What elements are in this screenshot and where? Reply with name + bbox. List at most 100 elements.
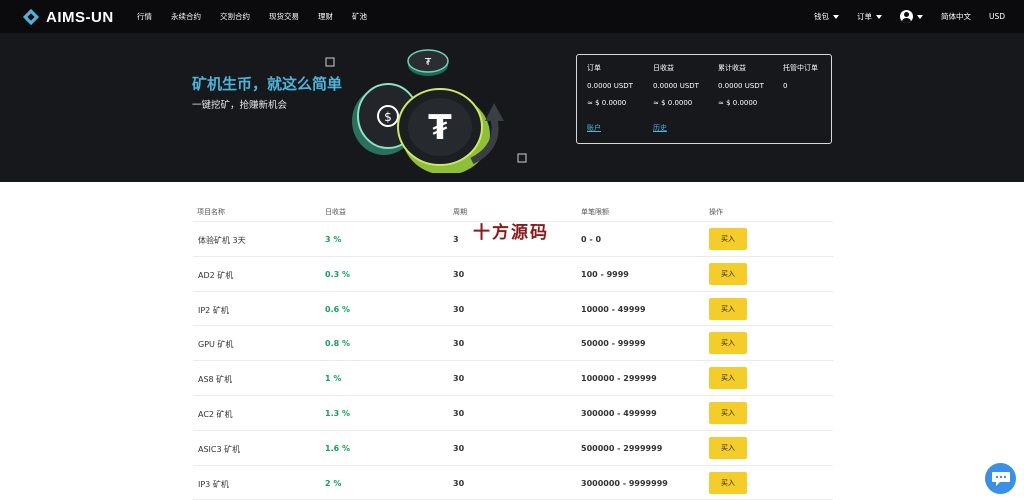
buy-button[interactable]: 买入 <box>709 471 747 494</box>
single-limit: 100 - 9999 <box>581 269 629 279</box>
svg-text:₮: ₮ <box>425 57 432 68</box>
brand-logo[interactable]: AIMS-UN <box>22 8 114 26</box>
wallet-dropdown[interactable]: 钱包 <box>814 11 839 22</box>
stat-value: 0 <box>783 82 788 90</box>
orders-dropdown[interactable]: 订单 <box>857 11 882 22</box>
language-label: 简体中文 <box>940 12 971 21</box>
nav-item-perpetual[interactable]: 永续合约 <box>171 11 201 22</box>
single-limit: 500000 - 2999999 <box>581 443 663 453</box>
period: 30 <box>453 408 465 418</box>
nav-item-market[interactable]: 行情 <box>137 11 152 22</box>
stat-daily-income: 日收益 0.0000 USDT ≈ $ 0.0000 <box>653 63 699 107</box>
chat-support-button[interactable] <box>985 463 1016 494</box>
period: 3 <box>453 235 459 244</box>
single-limit: 100000 - 299999 <box>581 374 657 384</box>
daily-rate: 0.8 % <box>325 339 350 349</box>
svg-text:$: $ <box>384 110 392 124</box>
buy-button[interactable]: 买入 <box>709 332 747 355</box>
nav-item-finance[interactable]: 理财 <box>318 11 333 22</box>
product-name: AD2 矿机 <box>198 270 234 280</box>
caret-down-icon <box>916 14 923 19</box>
single-limit: 10000 - 49999 <box>581 304 646 314</box>
buy-button[interactable]: 买入 <box>709 228 747 250</box>
daily-rate: 1 % <box>325 374 342 384</box>
hero-title: 矿机生币，就这么简单 <box>192 75 343 93</box>
column-header-limit: 单笔限额 <box>581 208 609 216</box>
table-row: AC2 矿机 1.3 % 30 300000 - 499999 买入 <box>193 396 833 431</box>
stat-label: 订单 <box>587 64 601 72</box>
earnings-summary-card: 订单 0.0000 USDT ≈ $ 0.0000 日收益 0.0000 USD… <box>576 54 832 144</box>
stat-label: 累计收益 <box>718 64 746 72</box>
daily-rate: 0.6 % <box>325 304 350 314</box>
period: 30 <box>453 374 465 384</box>
nav-item-delivery[interactable]: 交割合约 <box>220 11 250 22</box>
user-dropdown[interactable] <box>899 10 923 23</box>
stat-approx: ≈ $ 0.0000 <box>718 99 758 107</box>
table-row: IP2 矿机 0.6 % 30 10000 - 49999 买入 <box>193 292 833 327</box>
orders-label: 订单 <box>856 12 872 21</box>
single-limit: 50000 - 99999 <box>581 339 646 349</box>
user-icon <box>899 10 913 23</box>
daily-rate: 1.6 % <box>325 443 350 453</box>
buy-button[interactable]: 买入 <box>709 401 747 424</box>
buy-button[interactable]: 买入 <box>709 436 747 459</box>
stat-total-income: 累计收益 0.0000 USDT ≈ $ 0.0000 <box>718 63 764 107</box>
caret-down-icon <box>832 14 839 19</box>
diamond-logo-icon <box>22 8 40 26</box>
brand-name: AIMS-UN <box>46 8 114 26</box>
column-header-name: 项目名称 <box>197 208 225 216</box>
hero-subtitle: 一键挖矿，抢赚新机会 <box>192 100 288 111</box>
wallet-label: 钱包 <box>813 12 829 21</box>
hero-banner: 矿机生币，就这么简单 一键挖矿，抢赚新机会 ₮ $ ₮ 订单 0.0000 US… <box>0 33 1024 182</box>
currency-selector[interactable]: USD <box>989 12 1005 21</box>
stat-approx: ≈ $ 0.0000 <box>587 99 627 107</box>
product-name: ASIC3 矿机 <box>198 444 241 454</box>
daily-rate: 2 % <box>325 478 342 488</box>
main-menu: 行情 永续合约 交割合约 现货交易 理财 矿池 <box>137 0 386 33</box>
stat-label: 托管中订单 <box>783 64 818 72</box>
period: 30 <box>453 269 465 279</box>
column-header-period: 周期 <box>453 208 467 216</box>
stat-value: 0.0000 USDT <box>653 82 699 90</box>
single-limit: 0 - 0 <box>581 235 602 244</box>
language-selector[interactable]: 简体中文 <box>941 11 971 22</box>
product-name: IP3 矿机 <box>198 479 229 489</box>
currency-label: USD <box>988 12 1005 21</box>
single-limit: 300000 - 499999 <box>581 408 657 418</box>
column-header-action: 操作 <box>709 208 723 216</box>
single-limit: 3000000 - 9999999 <box>581 478 668 488</box>
daily-rate: 0.3 % <box>325 269 350 279</box>
stat-value: 0.0000 USDT <box>587 82 633 90</box>
stat-hosted-orders: 托管中订单 0 <box>783 63 818 90</box>
buy-button[interactable]: 买入 <box>709 262 747 285</box>
top-nav: AIMS-UN 行情 永续合约 交割合约 现货交易 理财 矿池 钱包 订单 简体… <box>0 0 1024 33</box>
account-link[interactable]: 账户 <box>587 123 601 133</box>
daily-rate: 1.3 % <box>325 408 350 418</box>
product-name: AC2 矿机 <box>198 409 233 419</box>
period: 30 <box>453 478 465 488</box>
table-row: GPU 矿机 0.8 % 30 50000 - 99999 买入 <box>193 326 833 362</box>
nav-right: 钱包 订单 简体中文 USD <box>796 0 1005 33</box>
coins-illustration: ₮ $ ₮ <box>325 49 527 173</box>
chat-bubble-icon <box>991 471 1010 486</box>
nav-item-spot[interactable]: 现货交易 <box>269 11 299 22</box>
stat-orders: 订单 0.0000 USDT ≈ $ 0.0000 <box>587 63 633 107</box>
nav-item-mining-pool[interactable]: 矿池 <box>352 11 367 22</box>
buy-button[interactable]: 买入 <box>709 297 747 320</box>
stat-value: 0.0000 USDT <box>718 82 764 90</box>
product-name: GPU 矿机 <box>198 340 234 350</box>
period: 30 <box>453 304 465 314</box>
product-name: 体验矿机 3天 <box>198 236 246 245</box>
table-row: AD2 矿机 0.3 % 30 100 - 9999 买入 <box>193 257 833 292</box>
period: 30 <box>453 339 465 349</box>
history-link[interactable]: 历史 <box>653 123 667 133</box>
table-row: AS8 矿机 1 % 30 100000 - 299999 买入 <box>193 361 833 396</box>
product-name: AS8 矿机 <box>198 375 233 385</box>
buy-button[interactable]: 买入 <box>709 367 747 390</box>
stat-approx: ≈ $ 0.0000 <box>653 99 693 107</box>
stat-label: 日收益 <box>653 64 674 72</box>
table-row: ASIC3 矿机 1.6 % 30 500000 - 2999999 买入 <box>193 431 833 466</box>
daily-rate: 3 % <box>325 235 342 244</box>
mining-products-table: 项目名称 日收益 周期 单笔限额 操作 体验矿机 3天 3 % 3 0 - 0 买入 AD… <box>193 201 833 500</box>
svg-text:₮: ₮ <box>428 108 452 148</box>
